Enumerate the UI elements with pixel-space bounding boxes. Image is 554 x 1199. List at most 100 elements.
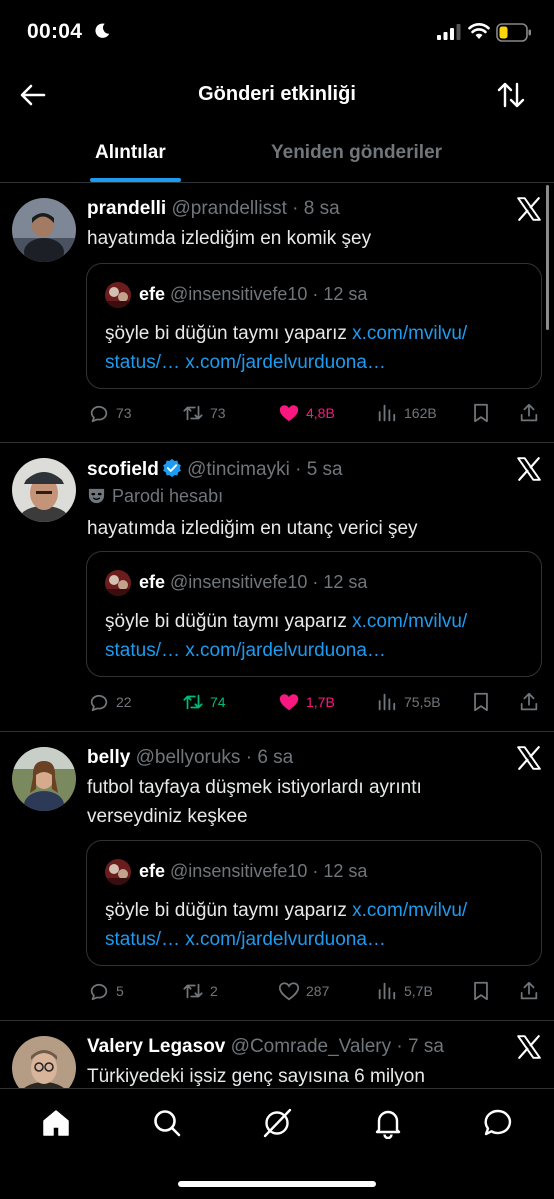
post-item[interactable]: scofield @tincimayki · 5 sa Parodi hesab… bbox=[0, 444, 554, 732]
reply-icon bbox=[90, 405, 108, 423]
views-button[interactable]: 5,7B bbox=[376, 978, 433, 1004]
quoted-link[interactable]: status/… bbox=[105, 640, 180, 661]
post-time: 7 sa bbox=[408, 1036, 444, 1057]
wifi-icon bbox=[468, 23, 490, 39]
author-name[interactable]: scofield bbox=[87, 459, 159, 480]
reply-button[interactable]: 5 bbox=[88, 978, 124, 1004]
quoted-link[interactable]: x.com/jardelvurduona… bbox=[185, 929, 386, 950]
status-bar: 00:04 bbox=[0, 0, 554, 66]
heart-icon bbox=[279, 405, 299, 422]
quotes-feed[interactable]: prandelli @prandellisst · 8 sa hayatımda… bbox=[0, 184, 554, 1088]
author-handle[interactable]: @bellyoruks bbox=[136, 747, 241, 768]
author-handle[interactable]: @Comrade_Valery bbox=[231, 1036, 391, 1057]
quoted-link[interactable]: status/… bbox=[105, 352, 180, 373]
post-time: 8 sa bbox=[303, 198, 340, 219]
views-icon bbox=[378, 404, 396, 422]
quoted-link[interactable]: x.com/jardelvurduona… bbox=[185, 352, 386, 373]
header: Gönderi etkinliği bbox=[0, 66, 554, 126]
bookmark-button[interactable] bbox=[470, 400, 498, 426]
post-header: Valery Legasov @Comrade_Valery · 7 sa bbox=[87, 1036, 444, 1057]
post-header: belly @bellyoruks · 6 sa bbox=[87, 747, 294, 768]
sort-icon[interactable] bbox=[496, 80, 526, 110]
post-item[interactable]: Valery Legasov @Comrade_Valery · 7 sa Tü… bbox=[0, 1022, 554, 1088]
quoted-link[interactable]: x.com/mvilvu/ bbox=[352, 900, 467, 921]
x-logo-icon[interactable] bbox=[516, 1034, 542, 1060]
active-tab-indicator bbox=[90, 178, 181, 182]
avatar[interactable] bbox=[12, 458, 76, 522]
repost-count: 74 bbox=[210, 694, 226, 710]
moon-icon bbox=[95, 23, 110, 38]
quoted-link[interactable]: x.com/jardelvurduona… bbox=[185, 640, 386, 661]
quoted-post[interactable]: efe @insensitivefe10 · 12 sa şöyle bi dü… bbox=[86, 840, 542, 966]
reply-button[interactable]: 73 bbox=[88, 400, 132, 426]
home-icon[interactable] bbox=[40, 1107, 72, 1139]
reply-button[interactable]: 22 bbox=[88, 689, 132, 715]
quoted-post-text: şöyle bi düğün taymı yaparız x.com/mvilv… bbox=[105, 896, 535, 954]
author-handle[interactable]: @tincimayki bbox=[187, 459, 290, 480]
quoted-link[interactable]: x.com/mvilvu/ bbox=[352, 611, 467, 632]
bell-icon[interactable] bbox=[372, 1107, 404, 1139]
share-icon bbox=[520, 692, 538, 711]
search-icon[interactable] bbox=[151, 1107, 183, 1139]
avatar[interactable] bbox=[12, 747, 76, 811]
repost-button[interactable]: 74 bbox=[182, 689, 226, 715]
post-header: scofield @tincimayki · 5 sa bbox=[87, 458, 343, 480]
views-icon bbox=[378, 693, 396, 711]
share-button[interactable] bbox=[518, 689, 546, 715]
bookmark-button[interactable] bbox=[470, 978, 498, 1004]
post-actions: 5 2 287 5,7B bbox=[86, 978, 546, 1004]
views-button[interactable]: 75,5B bbox=[376, 689, 441, 715]
scrollbar[interactable] bbox=[546, 185, 549, 330]
heart-icon bbox=[279, 694, 299, 711]
quoted-link[interactable]: status/… bbox=[105, 929, 180, 950]
reply-count: 73 bbox=[116, 405, 132, 421]
quoted-post-time: 12 sa bbox=[323, 572, 368, 592]
x-logo-icon[interactable] bbox=[516, 745, 542, 771]
quoted-author-handle: @insensitivefe10 bbox=[170, 572, 308, 592]
repost-icon bbox=[183, 694, 203, 710]
repost-count: 73 bbox=[210, 405, 226, 421]
tab-quotes[interactable]: Alıntılar bbox=[95, 142, 166, 164]
like-count: 4,8B bbox=[306, 405, 335, 421]
x-logo-icon[interactable] bbox=[516, 456, 542, 482]
like-button[interactable]: 1,7B bbox=[278, 689, 335, 715]
author-handle[interactable]: @prandellisst bbox=[171, 198, 286, 219]
quoted-post[interactable]: efe @insensitivefe10 · 12 sa şöyle bi dü… bbox=[86, 263, 542, 389]
avatar[interactable] bbox=[12, 198, 76, 262]
home-indicator bbox=[178, 1181, 376, 1187]
grok-icon[interactable] bbox=[261, 1107, 293, 1139]
quoted-text: şöyle bi düğün taymı yaparız bbox=[105, 611, 353, 632]
bookmark-button[interactable] bbox=[470, 689, 498, 715]
status-time: 00:04 bbox=[27, 20, 83, 43]
share-button[interactable] bbox=[518, 400, 546, 426]
reply-count: 5 bbox=[116, 983, 124, 999]
repost-button[interactable]: 73 bbox=[182, 400, 226, 426]
quoted-post-text: şöyle bi düğün taymı yaparız x.com/mvilv… bbox=[105, 607, 535, 665]
mask-icon bbox=[88, 488, 105, 504]
like-button[interactable]: 287 bbox=[278, 978, 329, 1004]
author-name[interactable]: belly bbox=[87, 747, 130, 768]
post-item[interactable]: belly @bellyoruks · 6 sa futbol tayfaya … bbox=[0, 733, 554, 1021]
messages-icon[interactable] bbox=[482, 1107, 514, 1139]
reply-icon bbox=[90, 983, 108, 1001]
like-count: 1,7B bbox=[306, 694, 335, 710]
views-button[interactable]: 162B bbox=[376, 400, 437, 426]
quoted-link[interactable]: x.com/mvilvu/ bbox=[352, 323, 467, 344]
avatar[interactable] bbox=[12, 1036, 76, 1088]
author-name[interactable]: Valery Legasov bbox=[87, 1036, 225, 1057]
post-actions: 22 74 1,7B 75,5B bbox=[86, 689, 546, 715]
quoted-post-time: 12 sa bbox=[323, 861, 368, 881]
parody-label: Parodi hesabı bbox=[87, 486, 223, 507]
share-button[interactable] bbox=[518, 978, 546, 1004]
reply-count: 22 bbox=[116, 694, 132, 710]
post-item[interactable]: prandelli @prandellisst · 8 sa hayatımda… bbox=[0, 184, 554, 443]
like-button[interactable]: 4,8B bbox=[278, 400, 335, 426]
x-logo-icon[interactable] bbox=[516, 196, 542, 222]
quoted-author-name: efe bbox=[139, 861, 166, 881]
repost-button[interactable]: 2 bbox=[182, 978, 218, 1004]
repost-count: 2 bbox=[210, 983, 218, 999]
quoted-post[interactable]: efe @insensitivefe10 · 12 sa şöyle bi dü… bbox=[86, 551, 542, 677]
avatar bbox=[105, 282, 131, 308]
author-name[interactable]: prandelli bbox=[87, 198, 166, 219]
tab-reposts[interactable]: Yeniden gönderiler bbox=[271, 142, 442, 164]
